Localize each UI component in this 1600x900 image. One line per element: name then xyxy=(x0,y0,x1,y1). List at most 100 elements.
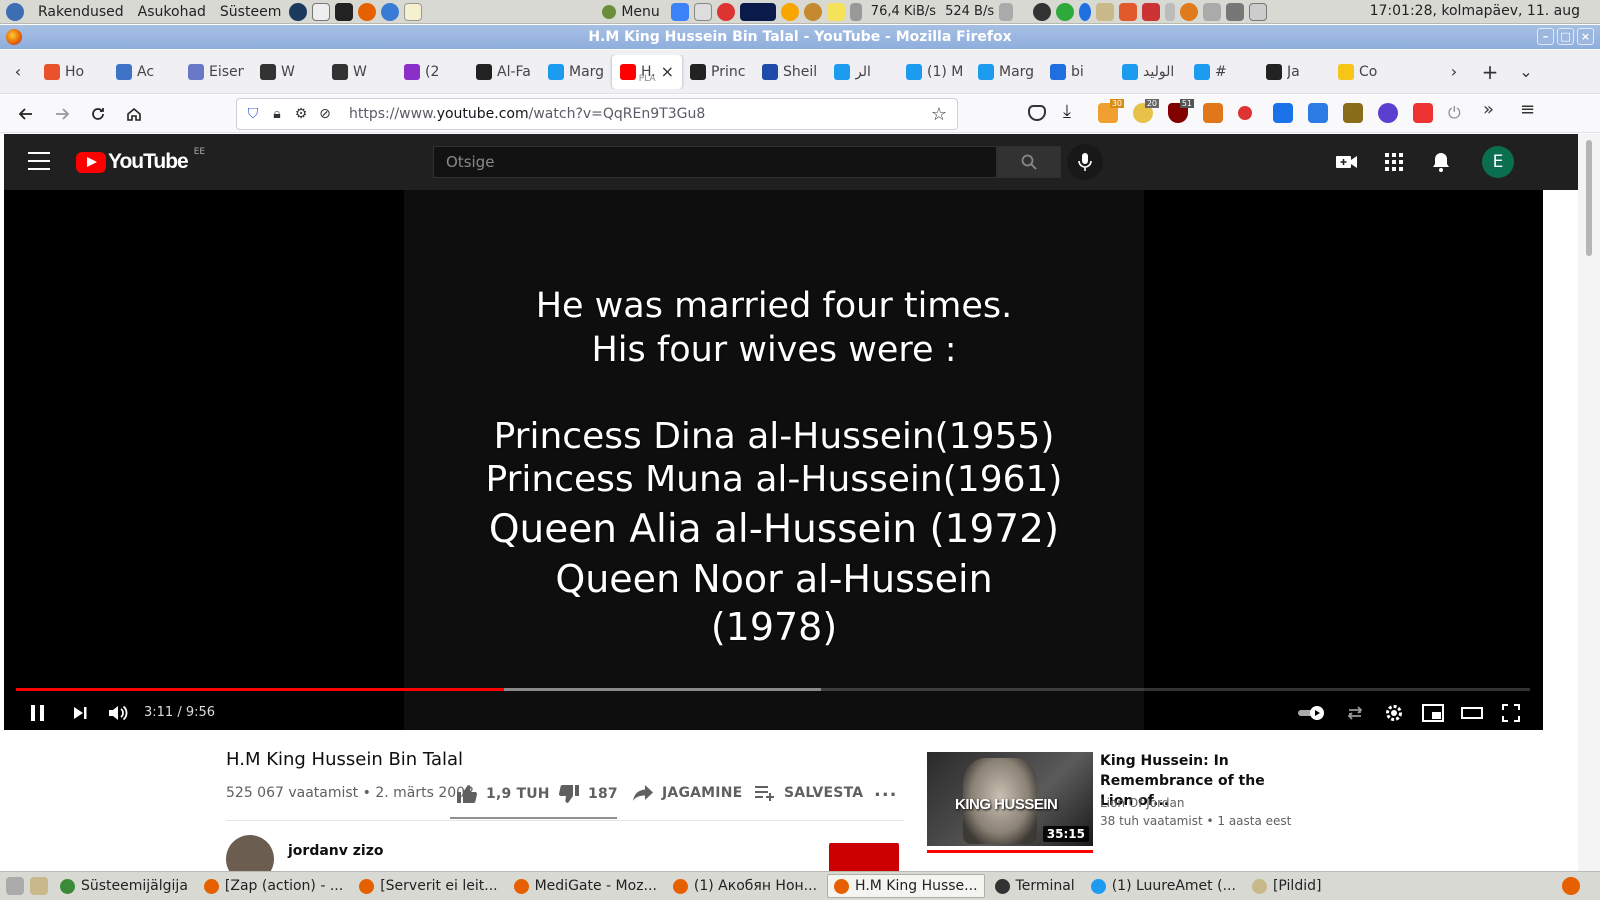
translate-extension-icon[interactable] xyxy=(1273,103,1293,123)
browser-tab[interactable]: (1) M xyxy=(898,55,970,89)
link-extension-icon[interactable] xyxy=(1238,106,1252,120)
next-button[interactable] xyxy=(68,701,92,725)
terminal-launcher-icon[interactable] xyxy=(335,2,354,21)
taskbar-window-button[interactable]: H.M King Husse... xyxy=(827,874,985,898)
browser-tab[interactable]: W xyxy=(252,55,324,89)
network-tray-icon[interactable] xyxy=(1226,2,1245,21)
search-input[interactable]: Otsige xyxy=(433,146,997,178)
browser-tab[interactable]: Ja xyxy=(1258,55,1330,89)
new-tab-button[interactable]: + xyxy=(1472,60,1508,84)
subscribe-button[interactable] xyxy=(829,843,899,871)
clipboard-tray-icon[interactable] xyxy=(1249,2,1268,21)
close-window-button[interactable]: × xyxy=(1577,28,1594,45)
browser-tab[interactable]: Princ xyxy=(682,55,754,89)
extension-badge-2-icon[interactable]: 20 xyxy=(1133,99,1159,123)
volume-icon[interactable] xyxy=(999,2,1014,21)
menu-applet-label[interactable]: Menu xyxy=(621,4,659,20)
lock-icon[interactable]: 🔒︎ xyxy=(265,106,289,122)
taskbar-window-button[interactable]: Terminal xyxy=(989,874,1081,898)
more-tools-icon[interactable]: » xyxy=(1483,99,1503,120)
permissions-icon[interactable]: ⚙︎ xyxy=(289,106,313,122)
url-bar[interactable]: ⛉ 🔒︎ ⚙︎ ⊘ https://www.youtube.com/watch?… xyxy=(236,98,958,130)
show-desktop-icon[interactable] xyxy=(6,877,24,895)
share-button[interactable]: JAGAMINE xyxy=(632,784,742,802)
menu-applications[interactable]: Rakendused xyxy=(38,4,124,20)
calculator-launcher-icon[interactable] xyxy=(312,2,331,21)
power-extension-icon[interactable]: ⏻ xyxy=(1448,103,1468,123)
taskbar-window-button[interactable]: (1) Акобян Нон... xyxy=(667,874,823,898)
fedora-logo-icon[interactable] xyxy=(6,2,24,21)
maximize-window-button[interactable]: □ xyxy=(1557,28,1574,45)
list-all-tabs-button[interactable]: ⌄ xyxy=(1508,62,1544,81)
browser-tab[interactable]: H.MPLA× xyxy=(612,54,682,89)
files-tray-icon[interactable] xyxy=(1096,2,1115,21)
browser-tab[interactable]: Eisen xyxy=(180,55,252,89)
scrollbar-thumb[interactable] xyxy=(1586,140,1592,256)
menu-places[interactable]: Asukohad xyxy=(138,4,206,20)
create-video-button[interactable] xyxy=(1335,150,1359,174)
channel-name[interactable]: jordanv zizo xyxy=(288,843,383,859)
scroll-tabs-right-button[interactable]: › xyxy=(1436,62,1472,81)
download-applet-icon[interactable] xyxy=(849,2,862,21)
taskbar-window-button[interactable]: [Pildid] xyxy=(1246,874,1328,898)
browser-tab[interactable]: Ac xyxy=(108,55,180,89)
notes-applet-icon[interactable] xyxy=(826,2,845,21)
shield-tray-icon[interactable] xyxy=(1119,2,1138,21)
sort-extension-icon[interactable] xyxy=(1343,103,1363,123)
ublock-icon[interactable]: 51 xyxy=(1168,99,1194,123)
apps-button[interactable] xyxy=(1382,150,1406,174)
pumpkin-tray-icon[interactable] xyxy=(1180,2,1199,21)
blue-extension-icon[interactable] xyxy=(1308,103,1328,123)
sound-tray-icon[interactable] xyxy=(1203,2,1222,21)
youtube-logo[interactable]: YouTube EE xyxy=(76,147,205,174)
menu-applet-icon[interactable] xyxy=(602,4,617,19)
taskbar-window-button[interactable]: [Zap (action) - ... xyxy=(198,874,349,898)
reload-button[interactable] xyxy=(80,98,116,130)
search-applet-icon[interactable] xyxy=(803,2,822,21)
browser-tab[interactable]: Marg xyxy=(540,55,612,89)
taskbar-window-button[interactable]: (1) LuureAmet (... xyxy=(1085,874,1242,898)
voice-search-button[interactable] xyxy=(1067,144,1103,180)
loop-button[interactable] xyxy=(1343,701,1367,725)
tracking-protection-shield-icon[interactable]: ⛉ xyxy=(241,106,265,122)
checkbox-applet-icon[interactable] xyxy=(670,2,689,21)
url-text[interactable]: https://www.youtube.com/watch?v=QqREn9T3… xyxy=(349,106,705,122)
browser-tab[interactable]: # xyxy=(1186,55,1258,89)
info-tray-icon[interactable] xyxy=(1033,2,1052,21)
fullscreen-button[interactable] xyxy=(1499,701,1523,725)
taskbar-window-button[interactable]: [Serverit ei leit... xyxy=(353,874,503,898)
browser-tab[interactable]: bi xyxy=(1042,55,1114,89)
extension-badge-1-icon[interactable]: 30 xyxy=(1098,99,1124,123)
like-button[interactable]: 1,9 TUH xyxy=(456,784,550,804)
clipboard-applet-icon[interactable] xyxy=(693,2,712,21)
check-tray-icon[interactable] xyxy=(1056,2,1075,21)
firefox-relay-icon[interactable] xyxy=(1378,103,1398,123)
bookmark-star-icon[interactable]: ☆ xyxy=(931,104,947,125)
recommended-thumbnail[interactable]: KING HUSSEIN 35:15 xyxy=(927,752,1093,846)
settings-button[interactable] xyxy=(1382,701,1406,725)
bluetooth-icon[interactable] xyxy=(1079,2,1092,21)
notifications-button[interactable] xyxy=(1429,150,1453,174)
account-avatar[interactable]: E xyxy=(1482,146,1514,178)
autoplay-blocked-icon[interactable]: ⊘ xyxy=(313,106,337,122)
close-tab-icon[interactable]: × xyxy=(661,62,674,81)
save-button[interactable]: SALVESTA xyxy=(754,784,863,802)
workspace-icon[interactable] xyxy=(30,877,48,895)
system-clock[interactable]: 17:01:28, kolmapäev, 11. aug xyxy=(1370,3,1580,19)
firefox-icon[interactable] xyxy=(6,29,22,45)
firefox-launcher-icon[interactable] xyxy=(358,2,377,21)
menu-system[interactable]: Süsteem xyxy=(220,4,281,20)
pocket-icon[interactable] xyxy=(1028,105,1046,121)
globe-launcher-icon[interactable] xyxy=(289,2,308,21)
browser-tab[interactable]: Al-Fa xyxy=(468,55,540,89)
pause-button[interactable] xyxy=(26,701,50,725)
metamask-fox-icon[interactable] xyxy=(1203,103,1223,123)
downloads-icon[interactable]: ⤓ xyxy=(1063,101,1083,122)
window-title-bar[interactable]: H.M King Hussein Bin Talal - YouTube - M… xyxy=(0,25,1600,49)
theater-mode-button[interactable] xyxy=(1460,701,1484,725)
minimize-window-button[interactable]: – xyxy=(1537,28,1554,45)
miniplayer-button[interactable] xyxy=(1421,701,1445,725)
firefox-tray-icon[interactable] xyxy=(1562,877,1580,895)
back-button[interactable] xyxy=(8,98,44,130)
taskbar-window-button[interactable]: Süsteemijälgija xyxy=(54,874,194,898)
